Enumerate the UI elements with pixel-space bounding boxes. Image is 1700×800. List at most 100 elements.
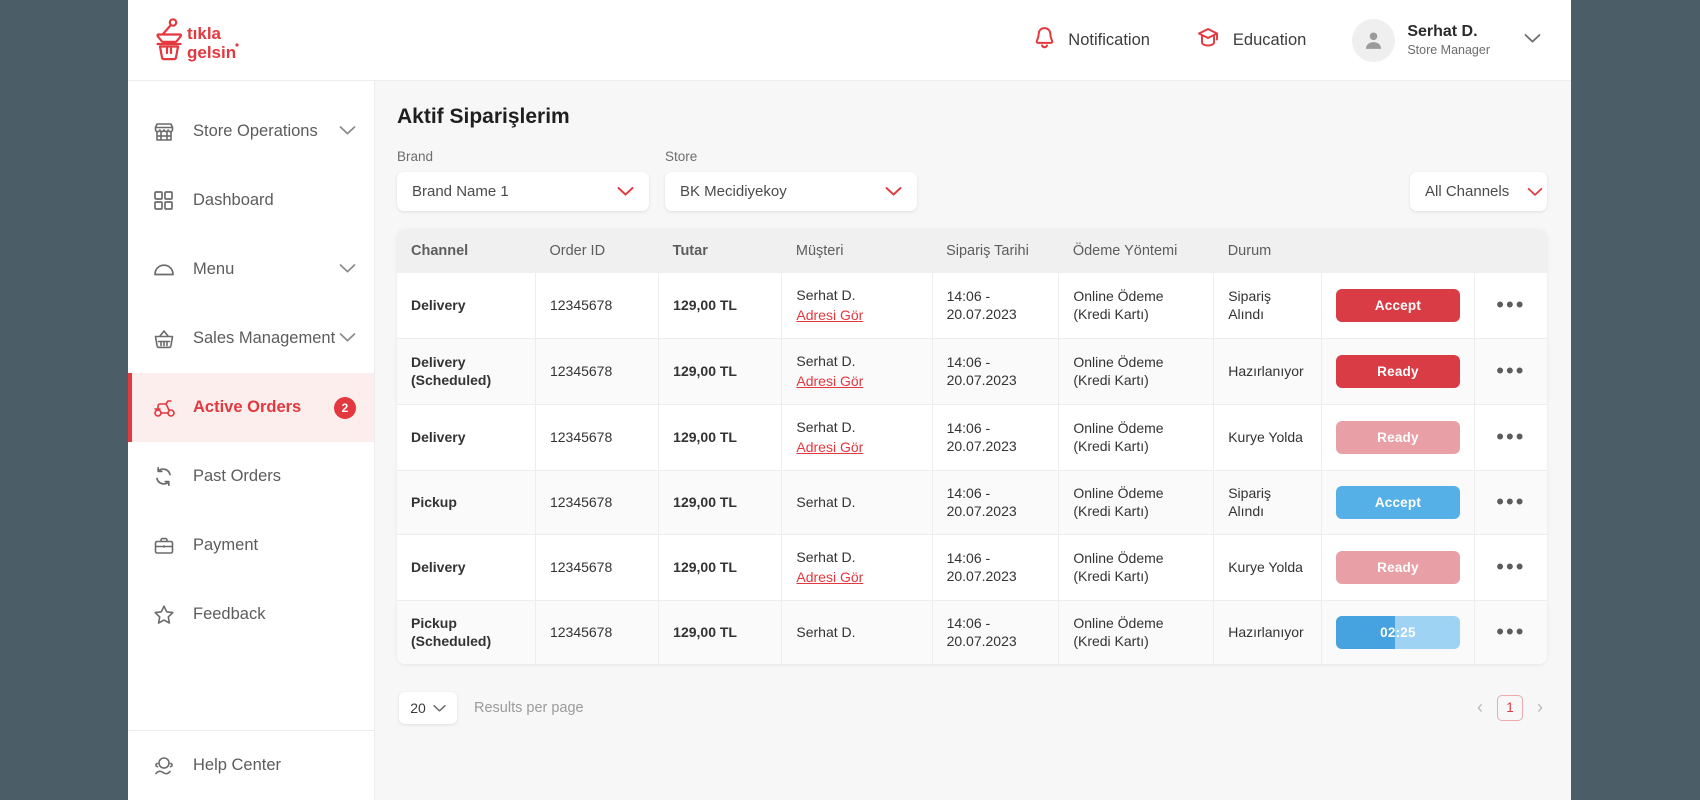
table-header-row: Channel Order ID Tutar Müşteri Sipariş T…	[397, 229, 1547, 273]
user-name: Serhat D.	[1407, 22, 1478, 40]
sidebar-item-past-orders[interactable]: Past Orders	[128, 442, 374, 511]
cell-customer: Serhat D. Adresi Gör	[781, 338, 933, 405]
table-row[interactable]: Delivery 12345678 129,00 TL Serhat D. Adresi…	[397, 534, 1547, 601]
cell-status: Kurye Yolda	[1213, 404, 1323, 471]
cell-amount: 129,00 TL	[658, 338, 783, 405]
brand-filter: Brand Brand Name 1	[397, 149, 649, 211]
tikla-gelsin-logo-icon: tıkla gelsin	[156, 18, 239, 62]
cell-row-menu: •••	[1474, 404, 1547, 470]
cell-row-menu: •••	[1474, 273, 1547, 338]
customer-name: Serhat D.	[796, 623, 856, 640]
order-action-button[interactable]: Ready	[1336, 550, 1460, 584]
column-header-channel: Channel	[397, 229, 536, 273]
table-row[interactable]: Delivery 12345678 129,00 TL Serhat D. Adresi…	[397, 404, 1547, 471]
user-menu[interactable]: Serhat D. Store Manager	[1352, 18, 1541, 62]
channel-select[interactable]: All Channels	[1410, 172, 1547, 211]
pagination-prev-icon[interactable]: ‹	[1475, 697, 1485, 718]
results-per-page-select[interactable]: 20	[399, 691, 457, 724]
view-address-link[interactable]: Adresi Gör	[796, 306, 917, 324]
channel-select-value: All Channels	[1425, 183, 1510, 200]
sidebar-item-label: Feedback	[193, 605, 266, 623]
table-row[interactable]: Delivery (Scheduled) 12345678 129,00 TL Ser…	[397, 338, 1547, 405]
table-footer: 20 Results per page ‹ 1 ›	[397, 664, 1547, 734]
cell-order-date: 14:06 - 20.07.2023	[932, 338, 1060, 405]
row-more-options-icon[interactable]: •••	[1496, 358, 1525, 383]
brand-select[interactable]: Brand Name 1	[397, 172, 649, 211]
table-row[interactable]: Pickup (Scheduled) 12345678 129,00 TL Serha…	[397, 600, 1547, 664]
column-header-siparis-tarihi: Sipariş Tarihi	[932, 229, 1059, 273]
pagination-page-1[interactable]: 1	[1497, 694, 1523, 721]
chevron-down-icon	[433, 700, 446, 716]
pagination: ‹ 1 ›	[1475, 694, 1545, 721]
table-row[interactable]: Delivery 12345678 129,00 TL Serhat D. Adresi…	[397, 273, 1547, 339]
cell-channel: Delivery	[397, 404, 536, 471]
sidebar-item-payment[interactable]: Payment	[128, 511, 374, 580]
view-address-link[interactable]: Adresi Gör	[796, 372, 917, 390]
headset-icon	[153, 755, 180, 776]
row-more-options-icon[interactable]: •••	[1496, 424, 1525, 449]
cell-order-id: 12345678	[535, 470, 660, 535]
order-timer-button[interactable]: 02:25	[1336, 615, 1460, 649]
cell-order-date: 14:06 - 20.07.2023	[932, 404, 1060, 471]
cell-status: Sipariş Alındı	[1213, 470, 1323, 535]
cell-row-menu: •••	[1474, 338, 1547, 404]
sidebar-item-sales-management[interactable]: Sales Management	[128, 304, 374, 373]
customer-name: Serhat D.	[796, 548, 856, 565]
row-more-options-icon[interactable]: •••	[1496, 489, 1525, 514]
cell-order-date: 14:06 - 20.07.2023	[932, 534, 1060, 601]
svg-text:gelsin: gelsin	[187, 43, 236, 62]
sidebar-item-store-operations[interactable]: Store Operations	[128, 97, 374, 166]
cell-payment-method: Online Ödeme (Kredi Kartı)	[1058, 338, 1215, 405]
column-header-tutar: Tutar	[658, 229, 782, 273]
notification-button[interactable]: Notification	[1032, 25, 1150, 56]
view-address-link[interactable]: Adresi Gör	[796, 438, 917, 456]
briefcase-icon	[153, 536, 180, 556]
timer-label: 02:25	[1380, 624, 1416, 640]
sidebar-item-dashboard[interactable]: Dashboard	[128, 166, 374, 235]
store-filter: Store BK Mecidiyekoy	[665, 149, 917, 211]
cell-payment-method: Online Ödeme (Kredi Kartı)	[1058, 470, 1215, 535]
chevron-down-icon[interactable]	[339, 330, 356, 348]
order-action-button[interactable]: Accept	[1336, 288, 1460, 322]
sidebar-item-label: Sales Management	[193, 329, 336, 347]
channel-filter: All Channels	[1410, 172, 1547, 211]
sidebar-item-menu[interactable]: Menu	[128, 235, 374, 304]
sidebar-item-feedback[interactable]: Feedback	[128, 580, 374, 649]
user-info: Serhat D. Store Manager	[1407, 22, 1490, 58]
cell-amount: 129,00 TL	[658, 600, 783, 664]
chevron-down-icon[interactable]	[339, 123, 356, 141]
customer-name: Serhat D.	[796, 287, 856, 303]
sidebar-item-help-center[interactable]: Help Center	[128, 731, 374, 800]
active-orders-badge: 2	[334, 396, 356, 419]
column-header-odeme-yontemi: Ödeme Yöntemi	[1058, 229, 1214, 273]
body: Store Operations Dashboard Menu Sales Ma…	[128, 81, 1571, 800]
store-select[interactable]: BK Mecidiyekoy	[665, 172, 917, 211]
order-action-button[interactable]: Ready	[1336, 354, 1460, 388]
sidebar-item-label: Payment	[193, 536, 259, 554]
row-more-options-icon[interactable]: •••	[1496, 292, 1525, 317]
avatar	[1352, 18, 1396, 62]
table-row[interactable]: Pickup 12345678 129,00 TL Serhat D. 14:06 - …	[397, 470, 1547, 535]
row-more-options-icon[interactable]: •••	[1496, 554, 1525, 579]
column-header-musteri: Müşteri	[781, 229, 933, 273]
cell-row-menu: •••	[1474, 534, 1547, 600]
order-action-button[interactable]: Accept	[1336, 485, 1460, 519]
cell-channel: Pickup	[397, 470, 536, 535]
sidebar-item-label: Menu	[193, 260, 235, 278]
order-action-button[interactable]: Ready	[1336, 420, 1460, 454]
store-icon	[153, 121, 180, 143]
cell-channel: Delivery	[397, 273, 536, 339]
cell-order-id: 12345678	[535, 404, 660, 471]
brand-logo[interactable]: tıkla gelsin	[149, 17, 241, 63]
pagination-next-icon[interactable]: ›	[1535, 697, 1545, 718]
sidebar-item-active-orders[interactable]: Active Orders 2	[128, 373, 374, 442]
row-more-options-icon[interactable]: •••	[1496, 619, 1525, 644]
education-button[interactable]: Education	[1194, 25, 1306, 56]
bell-icon	[1032, 25, 1057, 56]
scooter-icon	[153, 398, 180, 418]
view-address-link[interactable]: Adresi Gör	[796, 568, 917, 586]
chevron-down-icon[interactable]	[1524, 31, 1541, 49]
chevron-down-icon[interactable]	[339, 261, 356, 279]
cell-action: Ready	[1321, 404, 1475, 471]
orders-table: Channel Order ID Tutar Müşteri Sipariş T…	[397, 229, 1547, 664]
